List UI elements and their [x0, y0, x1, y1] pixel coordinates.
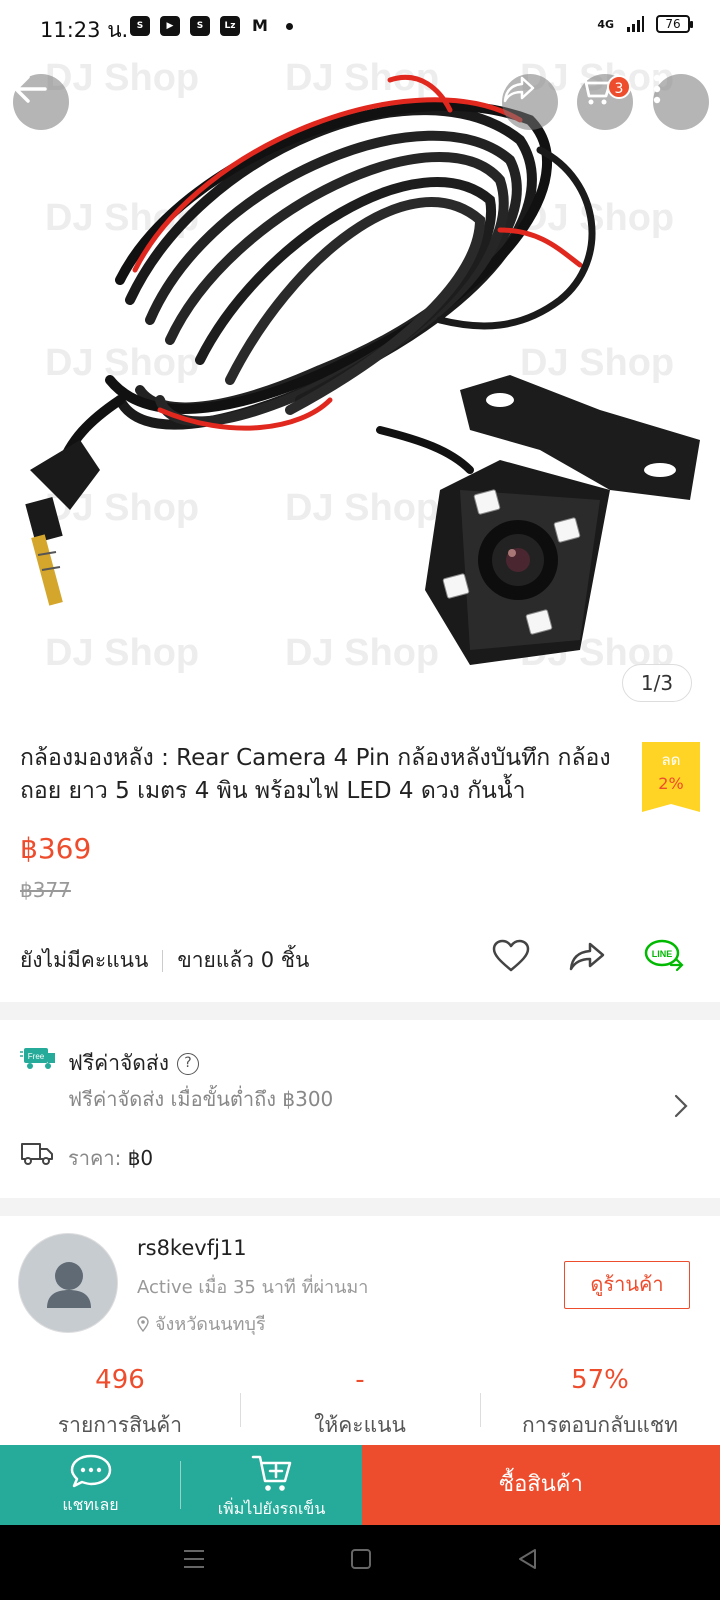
more-notifications-icon	[286, 23, 293, 30]
stat-label: รายการสินค้า	[57, 1413, 183, 1437]
status-bar: 11:23 น. S ▶ S Lz M 4G 76	[0, 0, 720, 56]
product-title: กล้องมองหลัง : Rear Camera 4 Pin กล้องหล…	[20, 745, 611, 804]
discount-badge: ลด 2%	[642, 742, 700, 812]
watermark-text: DJ Shop	[520, 197, 674, 239]
free-shipping-label: ฟรีค่าจัดส่ง	[68, 1051, 170, 1075]
status-time: 11:23 น.	[40, 18, 129, 42]
watermark-text: DJ Shop	[45, 342, 199, 384]
free-shipping-condition: ฟรีค่าจัดส่ง เมื่อขั้นต่ำถึง ฿300	[68, 1087, 334, 1111]
system-indicators: 4G 76	[597, 15, 693, 33]
share-button[interactable]	[502, 74, 558, 130]
shipping-price: ราคา: ฿0	[68, 1142, 153, 1174]
stat-value: 57%	[571, 1365, 629, 1395]
shipping-price-value: ฿0	[127, 1146, 154, 1170]
back-arrow-icon	[14, 75, 47, 103]
chat-now-label: แชทเลย	[62, 1495, 119, 1514]
free-badge-text: Free	[28, 1052, 45, 1061]
rating-sold-row: ยังไม่มีคะแนน ขายแล้ว 0 ชิ้น	[20, 944, 309, 977]
shop-avatar[interactable]	[18, 1233, 118, 1333]
stat-value: -	[355, 1365, 365, 1395]
home-icon[interactable]	[350, 1547, 372, 1571]
chat-now-button[interactable]: แชทเลย	[0, 1445, 181, 1525]
product-actions: LINE	[492, 938, 686, 974]
free-shipping-title[interactable]: ฟรีค่าจัดส่ง ?	[68, 1047, 200, 1080]
cart-button[interactable]: 3	[577, 74, 633, 130]
watermark-text: DJ Shop	[285, 632, 439, 674]
lazada-notification-icon: Lz	[220, 16, 240, 36]
recent-apps-icon[interactable]	[182, 1547, 206, 1571]
more-vertical-icon	[653, 74, 661, 104]
chevron-right-icon[interactable]	[674, 1094, 688, 1118]
help-question-icon[interactable]: ?	[177, 1052, 200, 1075]
bottom-action-bar: แชทเลย เพิ่มไปยังรถเข็น ซื้อสินค้า	[0, 1445, 720, 1525]
secondary-actions: แชทเลย เพิ่มไปยังรถเข็น	[0, 1445, 362, 1525]
image-counter: 1/3	[622, 664, 692, 702]
rating-text: ยังไม่มีคะแนน	[20, 948, 149, 972]
stat-label: ให้คะแนน	[314, 1413, 406, 1437]
location-pin-icon	[137, 1315, 149, 1332]
stat-ratings[interactable]: - ให้คะแนน	[240, 1365, 480, 1445]
stat-chat-response[interactable]: 57% การตอบกลับแชท	[480, 1365, 720, 1445]
delivery-truck-icon	[21, 1143, 53, 1165]
back-button[interactable]	[13, 74, 69, 130]
watermark-text: DJ Shop	[45, 57, 199, 99]
stat-products[interactable]: 496 รายการสินค้า	[0, 1365, 240, 1445]
divider	[162, 949, 164, 972]
product-page: { "status_bar": { "time": "11:23 น.", "n…	[0, 0, 720, 1600]
shipping-price-label: ราคา:	[68, 1146, 122, 1170]
gmail-notification-icon: M	[252, 16, 268, 35]
add-to-cart-label: เพิ่มไปยังรถเข็น	[217, 1499, 326, 1518]
shop-stats: 496 รายการสินค้า - ให้คะแนน 57% การตอบกล…	[0, 1365, 720, 1445]
section-divider	[0, 1002, 720, 1020]
shopee-notification-icon: S	[190, 16, 210, 36]
add-to-cart-button[interactable]: เพิ่มไปยังรถเข็น	[181, 1445, 362, 1525]
signal-icon	[627, 16, 644, 32]
shop-name[interactable]: rs8kevfj11	[137, 1236, 247, 1260]
divider	[180, 1461, 181, 1509]
shopee-notification-icon: S	[130, 16, 150, 36]
share-arrow-icon[interactable]	[568, 940, 606, 972]
shop-location-text: จังหวัดนนทบุรี	[155, 1314, 266, 1335]
cart-count-badge: 3	[607, 75, 631, 99]
product-image[interactable]: DJ Shop DJ Shop DJ Shop DJ Shop DJ Shop …	[0, 0, 720, 705]
free-shipping-truck-icon: Free	[20, 1048, 55, 1069]
product-price: ฿369	[20, 832, 92, 865]
favorite-heart-icon[interactable]	[492, 939, 530, 973]
discount-label: ลด	[661, 751, 681, 769]
network-indicator: 4G	[597, 17, 614, 31]
system-navigation-bar	[0, 1525, 720, 1600]
watermark-text: DJ Shop	[520, 342, 674, 384]
user-avatar-icon	[47, 1262, 91, 1308]
more-options-button[interactable]	[653, 74, 709, 130]
stat-value: 496	[95, 1365, 145, 1395]
svg-text:LINE: LINE	[652, 949, 673, 959]
notification-icons: S ▶ S Lz M	[130, 16, 293, 36]
back-nav-icon[interactable]	[516, 1547, 538, 1571]
add-cart-icon	[251, 1455, 291, 1491]
youtube-notification-icon: ▶	[160, 16, 180, 36]
discount-value: 2%	[658, 774, 684, 793]
stat-label: การตอบกลับแชท	[522, 1413, 678, 1437]
shop-active-status: Active เมื่อ 35 นาที ที่ผ่านมา	[137, 1277, 369, 1298]
watermark-text: DJ Shop	[285, 487, 439, 529]
view-shop-button[interactable]: ดูร้านค้า	[564, 1261, 690, 1309]
share-icon	[503, 76, 535, 103]
watermark-text: DJ Shop	[45, 632, 199, 674]
shop-location: จังหวัดนนทบุรี	[137, 1309, 266, 1338]
original-price: ฿377	[20, 878, 71, 902]
buy-now-button[interactable]: ซื้อสินค้า	[362, 1445, 720, 1525]
section-divider	[0, 1198, 720, 1216]
chat-bubble-icon	[70, 1454, 111, 1488]
sold-count: ขายแล้ว 0 ชิ้น	[177, 948, 310, 972]
line-share-icon[interactable]: LINE	[644, 938, 686, 974]
battery-indicator: 76	[656, 15, 693, 33]
